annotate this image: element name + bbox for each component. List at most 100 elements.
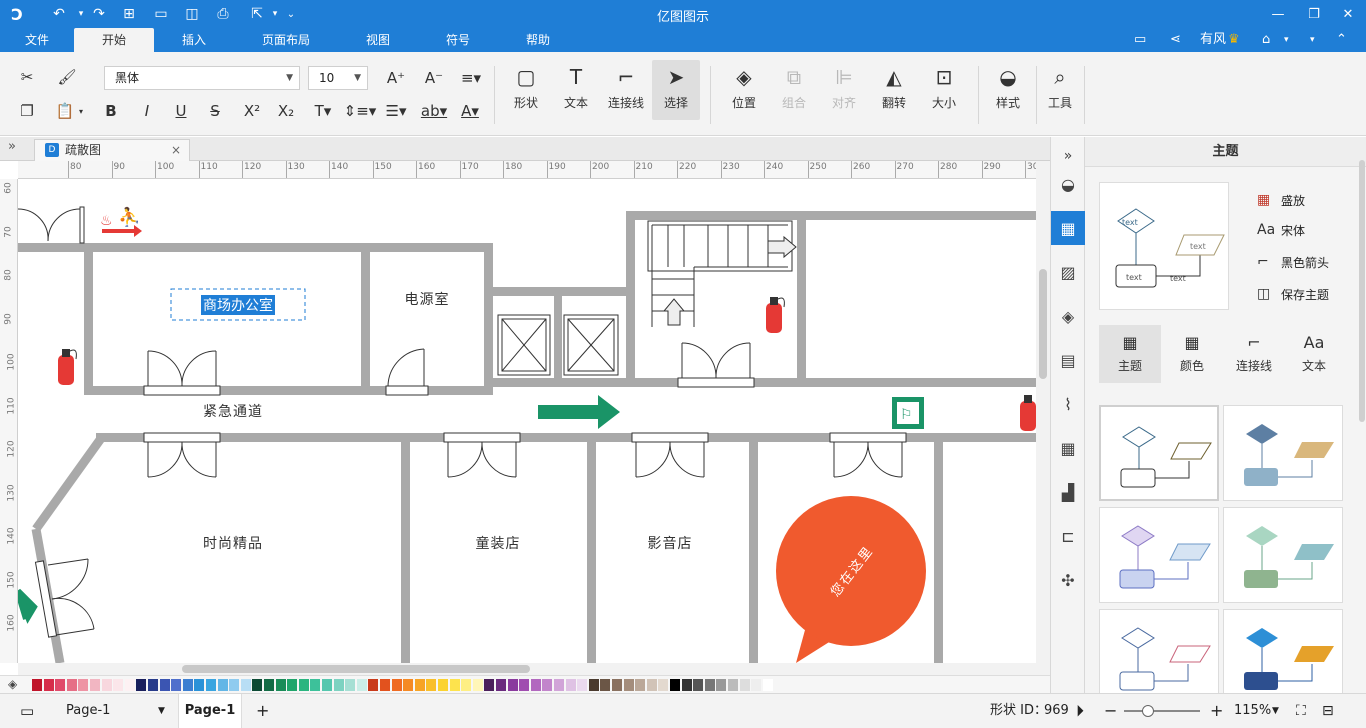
kids-shop-label[interactable]: 童装店 — [438, 533, 558, 553]
color-swatch[interactable] — [368, 679, 379, 691]
power-room-label[interactable]: 电源室 — [370, 289, 484, 309]
text-align-icon[interactable]: ≡▾ — [456, 66, 486, 90]
flip-button[interactable]: ◭ 翻转 — [872, 60, 916, 120]
tab-connector[interactable]: ⌐ 连接线 — [1223, 325, 1285, 383]
drawing-canvas[interactable]: ⚐ ♨ ⛹ 商场办公室 电源室 紧急通道 时尚精品 童装店 影音店 您在这里 — [18, 179, 1036, 663]
strikethrough-icon[interactable]: S — [204, 100, 226, 122]
fill-style-icon[interactable]: ◒ — [1051, 167, 1085, 201]
color-swatch[interactable] — [461, 679, 472, 691]
theme-thumbnail[interactable] — [1099, 507, 1219, 603]
user-name[interactable]: 有风 — [1200, 28, 1226, 52]
color-swatch[interactable] — [449, 679, 460, 691]
color-swatch[interactable] — [345, 679, 356, 691]
video-shop-label[interactable]: 影音店 — [610, 533, 730, 553]
text-button[interactable]: T 文本 — [554, 60, 598, 120]
color-swatch[interactable] — [658, 679, 669, 691]
menu-home[interactable]: 开始 — [74, 28, 154, 52]
comment-icon[interactable]: ▭ — [1134, 28, 1146, 52]
cut-icon[interactable]: ✂ — [16, 66, 38, 88]
menu-symbol[interactable]: 符号 — [418, 28, 498, 52]
zoom-slider-handle[interactable] — [1142, 705, 1154, 717]
color-swatch[interactable] — [287, 679, 298, 691]
tab-color[interactable]: ▦ 颜色 — [1161, 325, 1223, 383]
color-swatch[interactable] — [438, 679, 448, 691]
color-swatch[interactable] — [600, 679, 611, 691]
color-swatch[interactable] — [148, 679, 158, 691]
group-button[interactable]: ⧉ 组合 — [772, 60, 816, 120]
color-swatch[interactable] — [554, 679, 564, 691]
color-swatch[interactable] — [217, 679, 228, 691]
vertical-scroll-thumb[interactable] — [1039, 269, 1047, 379]
color-swatch[interactable] — [159, 679, 170, 691]
corridor-label[interactable]: 紧急通道 — [168, 401, 298, 421]
color-swatch[interactable] — [356, 679, 367, 691]
color-swatch[interactable] — [414, 679, 425, 691]
zoom-dropdown-icon[interactable]: ▼ — [1272, 694, 1279, 728]
color-swatch[interactable] — [716, 679, 727, 691]
bold-icon[interactable]: B — [100, 100, 122, 122]
layers-panel-icon[interactable]: ◈ — [1051, 299, 1085, 333]
style-button[interactable]: ◒ 样式 — [986, 60, 1030, 120]
theme-option-connector[interactable]: ⌐ 黑色箭头 — [1257, 251, 1329, 273]
color-swatch[interactable] — [496, 679, 506, 691]
color-swatch[interactable] — [542, 679, 553, 691]
color-swatch[interactable] — [762, 679, 773, 691]
color-swatch[interactable] — [577, 679, 588, 691]
theme-panel-icon[interactable]: ▦ — [1051, 211, 1085, 245]
increase-font-icon[interactable]: A⁺ — [384, 66, 408, 90]
color-swatch[interactable] — [530, 679, 541, 691]
subscript-icon[interactable]: X₂ — [274, 100, 298, 122]
color-swatch[interactable] — [612, 679, 622, 691]
color-swatch[interactable] — [681, 679, 692, 691]
zoom-level[interactable]: 115% — [1234, 694, 1271, 728]
color-swatch[interactable] — [43, 679, 54, 691]
color-swatch[interactable] — [32, 679, 42, 691]
panel-scrollbar[interactable] — [1359, 160, 1365, 422]
color-swatch[interactable] — [519, 679, 530, 691]
color-swatch[interactable] — [472, 679, 483, 691]
horizontal-scrollbar[interactable] — [18, 663, 1050, 675]
fit-width-icon[interactable]: ⊟ — [1322, 694, 1334, 728]
share-icon[interactable]: ⋖ — [1170, 28, 1181, 52]
highlight-icon[interactable]: ab▾ — [418, 100, 450, 122]
theme-thumbnail[interactable] — [1099, 609, 1219, 693]
map-panel-icon[interactable]: ▟ — [1051, 475, 1085, 509]
skin-dropdown-icon[interactable]: ▾ — [1284, 28, 1289, 52]
italic-icon[interactable]: I — [136, 100, 158, 122]
color-swatch[interactable] — [264, 679, 274, 691]
color-swatch[interactable] — [298, 679, 309, 691]
add-page-icon[interactable]: + — [256, 694, 269, 728]
expand-library-icon[interactable]: » — [8, 139, 16, 154]
font-color-icon[interactable]: A▾ — [454, 100, 486, 122]
color-swatch[interactable] — [124, 679, 135, 691]
restore-icon[interactable]: ❐ — [1296, 2, 1332, 26]
menu-insert[interactable]: 插入 — [154, 28, 234, 52]
tools-button[interactable]: ⌕ 工具 — [1038, 60, 1082, 120]
table-panel-icon[interactable]: ▦ — [1051, 431, 1085, 465]
line-spacing-icon[interactable]: ⇕≡▾ — [344, 100, 377, 122]
document-tab[interactable]: D 疏散图 × — [34, 139, 190, 161]
page-tab[interactable]: Page-1 — [178, 694, 242, 728]
color-swatch[interactable] — [310, 679, 321, 691]
color-swatch[interactable] — [484, 679, 495, 691]
color-swatch[interactable] — [55, 679, 66, 691]
color-swatch[interactable] — [252, 679, 263, 691]
minimize-icon[interactable]: — — [1260, 2, 1296, 26]
fashion-shop-label[interactable]: 时尚精品 — [168, 533, 298, 553]
chart-panel-icon[interactable]: ⌇ — [1051, 387, 1085, 421]
color-swatch[interactable] — [728, 679, 738, 691]
underline-icon[interactable]: U — [170, 100, 192, 122]
image-panel-icon[interactable]: ▨ — [1051, 255, 1085, 289]
paste-icon[interactable]: 📋 — [54, 100, 76, 122]
theme-thumbnail[interactable] — [1223, 507, 1343, 603]
color-swatch[interactable] — [739, 679, 750, 691]
page-dropdown-icon[interactable]: ▼ — [158, 694, 165, 728]
tab-text[interactable]: Aa 文本 — [1283, 325, 1345, 383]
theme-thumbnail[interactable] — [1099, 405, 1219, 501]
superscript-icon[interactable]: X² — [240, 100, 264, 122]
color-swatch[interactable] — [507, 679, 518, 691]
color-swatch[interactable] — [240, 679, 251, 691]
vertical-scrollbar[interactable] — [1036, 161, 1050, 663]
theme-option-bloom[interactable]: ▦ 盛放 — [1257, 189, 1305, 211]
skin-icon[interactable]: ⌂ — [1262, 28, 1270, 52]
